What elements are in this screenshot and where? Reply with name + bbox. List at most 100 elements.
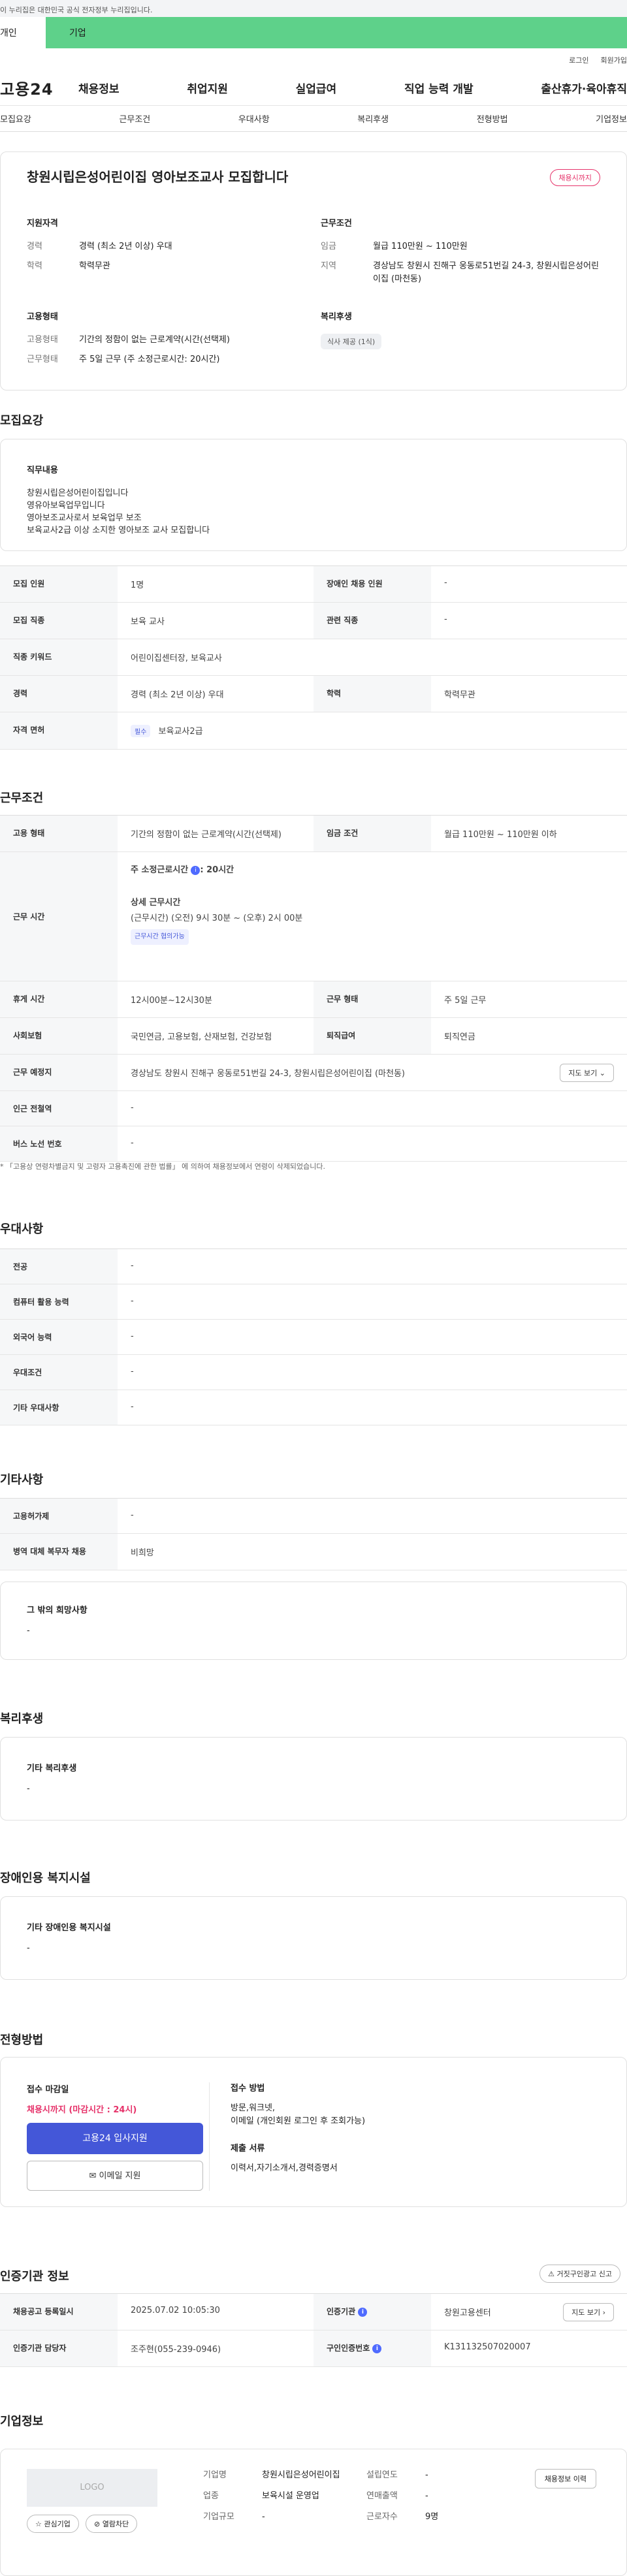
- pref-key: 우대조건: [0, 1355, 118, 1390]
- block-button[interactable]: ⊘ 열람차단: [86, 2515, 138, 2533]
- warning-icon: ⚠: [548, 2270, 555, 2278]
- info-icon[interactable]: i: [358, 2307, 368, 2317]
- edu-value: 학력무관: [79, 261, 110, 271]
- map-button[interactable]: 지도 보기 ⌄: [560, 1064, 614, 1082]
- tab-welfare[interactable]: 복리후생: [357, 112, 389, 125]
- gnb-item-employment-support[interactable]: 취업지원: [187, 80, 228, 96]
- company-name-key: 기업명: [203, 2470, 227, 2480]
- tab-recruit[interactable]: 모집요강: [0, 112, 31, 125]
- chevron-right-icon: ›: [602, 2308, 605, 2317]
- manager-value: 조주현(055-239-0946): [131, 2345, 221, 2355]
- etc-section-title: 기타사항: [0, 1473, 44, 1487]
- pref-value: -: [131, 1402, 134, 1412]
- page-title: 창원시립은성어린이집 영아보조교사 모집합니다: [27, 169, 289, 185]
- site-logo[interactable]: 고용24: [0, 76, 78, 99]
- etc-value: 비희망: [131, 1548, 154, 1558]
- keyword-key: 직종 키워드: [0, 639, 118, 675]
- pref-key: 전공: [0, 1249, 118, 1284]
- welfare-sub: 기타 복리후생: [27, 1764, 77, 1773]
- tab-process[interactable]: 전형방법: [477, 112, 508, 125]
- etc-key: 고용허가제: [0, 1499, 118, 1533]
- gnb-item-jobs[interactable]: 채용정보: [78, 80, 120, 96]
- gnb-item-leave[interactable]: 출산휴가·육아휴직: [541, 80, 627, 96]
- count-key: 모집 인원: [0, 566, 118, 602]
- pref-key: 기타 우대사항: [0, 1390, 118, 1425]
- edu-label: 학력: [27, 261, 42, 271]
- tab-personal[interactable]: 개인: [0, 17, 46, 48]
- info-icon[interactable]: i: [372, 2344, 382, 2353]
- email-apply-button[interactable]: ✉ 이메일 지원: [27, 2161, 203, 2191]
- welfare-section-title: 복리후생: [0, 1712, 44, 1726]
- preference-section-title: 우대사항: [0, 1222, 44, 1236]
- block-label: 열람차단: [102, 2520, 129, 2528]
- email-apply-label: 이메일 지원: [99, 2171, 141, 2181]
- wage-label: 임금: [321, 242, 336, 251]
- signup-link[interactable]: 회원가입: [601, 55, 627, 71]
- reg-key: 채용공고 등록일시: [0, 2294, 118, 2330]
- duty-line: 영아보조교사로서 보육업무 보조: [27, 513, 142, 523]
- process-section-title: 전형방법: [0, 2033, 44, 2047]
- login-link[interactable]: 로그인: [569, 55, 588, 71]
- count-value: 1명: [131, 580, 144, 590]
- pref-key: 컴퓨터 활용 능력: [0, 1284, 118, 1319]
- employment-block: 고용형태 고용형태 기간의 정함이 없는 근로계약(시간(선택제) 근무형태 주 5…: [27, 310, 321, 373]
- wage-key: 임금 조건: [314, 816, 431, 851]
- required-badge: 필수: [131, 725, 151, 737]
- etc-table: 고용허가제 - 병역 대체 복무자 채용 비희망: [0, 1498, 627, 1570]
- duty-line: 창원시립은성어린이집입니다: [27, 488, 129, 498]
- job-key: 모집 직종: [0, 603, 118, 639]
- gnb-item-training[interactable]: 직업 능력 개발: [404, 80, 474, 96]
- detail-hours-label: 상세 근무시간: [131, 898, 181, 908]
- star-icon: ☆: [35, 2520, 42, 2528]
- tab-company[interactable]: 기업정보: [596, 112, 627, 125]
- pref-value: -: [131, 1367, 134, 1376]
- docs-title: 제출 서류: [231, 2144, 265, 2154]
- history-button[interactable]: 채용정보 이력: [534, 2469, 596, 2489]
- info-icon[interactable]: i: [191, 865, 201, 875]
- hope-value: -: [27, 1626, 30, 1636]
- worktime-label: 근무형태: [27, 355, 58, 364]
- region-value: 경상남도 창원시 진해구 웅동로51번길 24-3, 창원시립은성어린이집 (마…: [373, 261, 599, 284]
- report-button-label: 거짓구인광고 신고: [556, 2270, 612, 2278]
- mail-icon: ✉: [89, 2171, 97, 2181]
- duty-line: 보육교사2급 이상 소지한 영아보조 교사 모집합니다: [27, 526, 210, 535]
- condition-block: 근무조건 임금 월급 110만원 ~ 110만원 지역 경상남도 창원시 진해구 웅…: [321, 216, 602, 293]
- disability-sub: 기타 장애인용 복지시설: [27, 1923, 111, 1933]
- edu-key: 학력: [314, 676, 431, 712]
- deadline-value: 채용시까지 (마감시간 : 24시): [27, 2105, 137, 2115]
- agency-map-button[interactable]: 지도 보기 ›: [563, 2303, 614, 2321]
- reg-value: 2025.07.02 10:05:30: [131, 2306, 220, 2315]
- tab-preference[interactable]: 우대사항: [238, 112, 270, 125]
- career-label: 경력: [27, 242, 42, 251]
- form-value: 주 5일 근무: [444, 996, 487, 1006]
- company-logo-placeholder: LOGO: [27, 2469, 157, 2507]
- method-value: 방문,워크넷,: [231, 2103, 276, 2113]
- tab-company[interactable]: 기업: [46, 17, 627, 48]
- region-label: 지역: [321, 261, 336, 271]
- report-button[interactable]: ⚠ 거짓구인광고 신고: [539, 2265, 620, 2283]
- station-key: 인근 전철역: [0, 1091, 118, 1126]
- company-section-title: 기업정보: [0, 2415, 44, 2428]
- agency-table: 채용공고 등록일시 2025.07.02 10:05:30 인증기관 i 창원고용센터…: [0, 2293, 627, 2367]
- recruit-section-title: 모집요강: [0, 414, 44, 428]
- career-value: 경력 (최소 2년 이상) 우대: [79, 242, 172, 251]
- tab-conditions[interactable]: 근무조건: [119, 112, 150, 125]
- recruit-table: 모집 인원 1명 장애인 채용 인원 - 모집 직종 보육 교사 관련 직종 - 직종 키워…: [0, 565, 627, 750]
- emp-type-value: 기간의 정함이 없는 근로계약(시간(선택제): [131, 830, 281, 840]
- method-title: 접수 방법: [231, 2084, 265, 2093]
- hope-title: 그 밖의 희망사항: [27, 1606, 88, 1615]
- company-name-value: 창원시립은성어린이집: [262, 2470, 340, 2480]
- bus-value: -: [131, 1138, 134, 1148]
- welfare-card: 기타 복리후생 -: [0, 1737, 627, 1821]
- gnb-item-unemployment[interactable]: 실업급여: [296, 80, 337, 96]
- keyword-value: 어린이집센터장, 보육교사: [131, 654, 222, 663]
- process-card: 접수 마감일 채용시까지 (마감시간 : 24시) 고용24 입사지원 ✉ 이메…: [0, 2057, 627, 2207]
- weekly-hours-label: 주 소정근로시간: [131, 865, 189, 875]
- founded-key: 설립연도: [366, 2470, 398, 2480]
- apply-button[interactable]: 고용24 입사지원: [27, 2123, 203, 2154]
- interest-button[interactable]: ☆ 관심기업: [27, 2515, 79, 2533]
- sales-key: 연매출액: [366, 2491, 398, 2501]
- disability-section-title: 장애인용 복지시설: [0, 1871, 91, 1885]
- global-nav: 고용24 채용정보 취업지원 실업급여 직업 능력 개발 출산휴가·육아휴직: [0, 71, 627, 106]
- sales-value: -: [425, 2491, 428, 2501]
